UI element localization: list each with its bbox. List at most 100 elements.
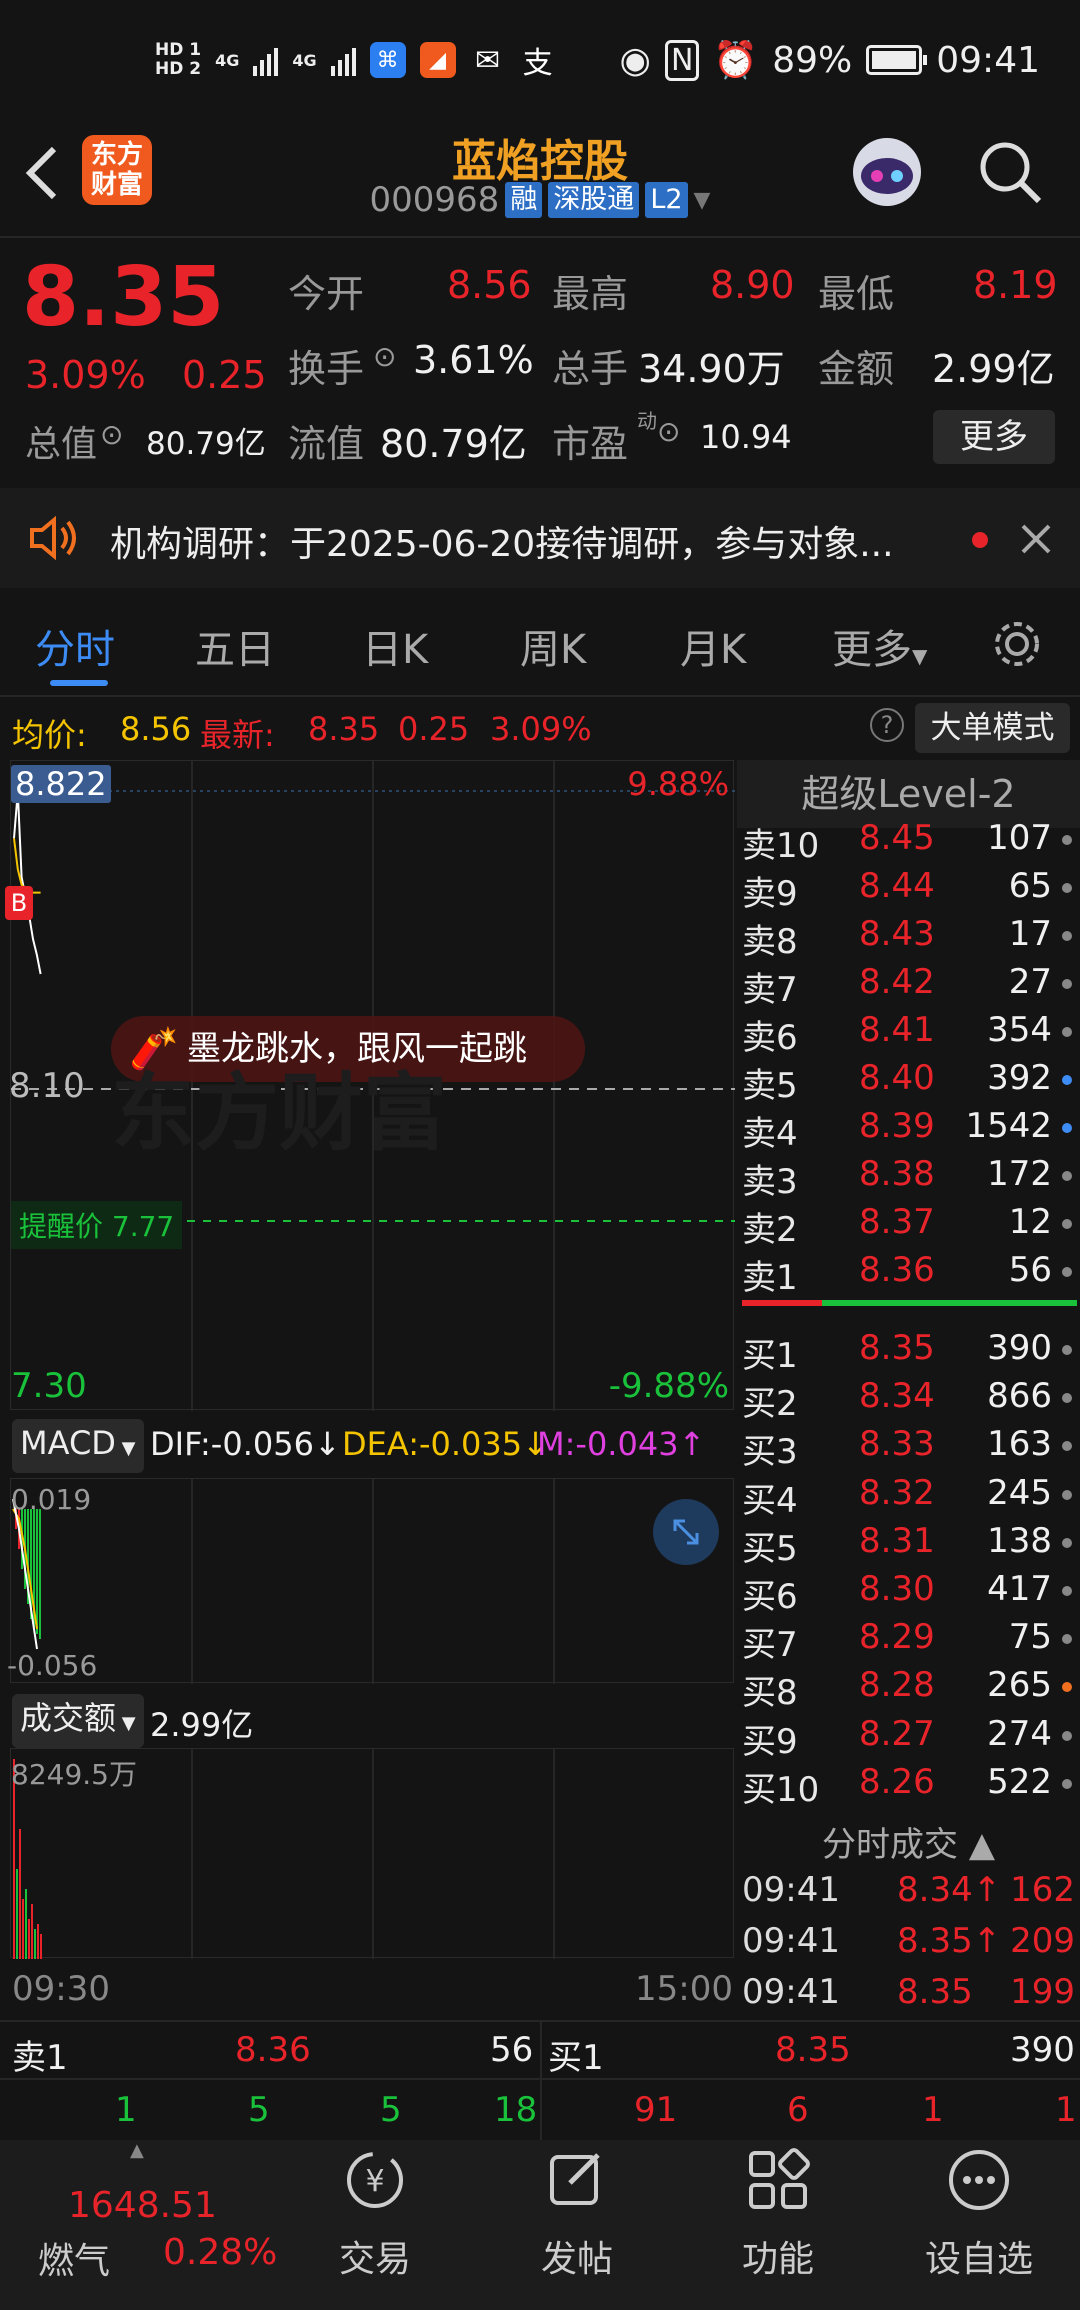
- nav-post[interactable]: 发帖: [502, 2230, 652, 2282]
- bid-row[interactable]: 买3 8.33 163: [737, 1424, 1080, 1472]
- status-dot: [1062, 1345, 1072, 1355]
- ask-row[interactable]: 卖6 8.41 354: [737, 1010, 1080, 1058]
- bid-row[interactable]: 买2 8.34 866: [737, 1376, 1080, 1424]
- expand-icon: [673, 1519, 699, 1545]
- search-icon[interactable]: [975, 137, 1045, 207]
- ask-row[interactable]: 卖9 8.44 65: [737, 866, 1080, 914]
- nav-trade[interactable]: 交易: [300, 2230, 450, 2282]
- status-dot: [1062, 1489, 1072, 1500]
- more-dots-icon[interactable]: [944, 2145, 1014, 2215]
- bid1-label: 买1: [548, 2038, 604, 2078]
- bid-row[interactable]: 买6 8.30 417: [737, 1569, 1080, 1617]
- tab-more[interactable]: 更多▼: [832, 617, 927, 675]
- intraday-chart[interactable]: 8.822 9.88% B 🧨 墨龙跳水，跟风一起跳 8.10 东方财富 提醒价…: [5, 760, 735, 1411]
- alarm-icon: ⏰: [713, 40, 759, 81]
- big-order-mode-button[interactable]: 大单模式: [915, 703, 1070, 753]
- tick-time: 09:41: [742, 1921, 840, 1961]
- macd-bottom-label: -0.056: [7, 1649, 98, 1682]
- ask-row[interactable]: 卖3 8.38 172: [737, 1154, 1080, 1202]
- ask-row[interactable]: 卖5 8.40 392: [737, 1058, 1080, 1106]
- hd2-label: HD 2: [155, 59, 202, 79]
- tab-weekly-k[interactable]: 周K: [520, 617, 586, 675]
- status-dot: [1062, 1778, 1072, 1789]
- grid-function-icon[interactable]: [743, 2145, 813, 2215]
- last-change: 0.25: [398, 710, 470, 748]
- divider: [0, 695, 1080, 697]
- index-pct[interactable]: 0.28%: [163, 2232, 277, 2273]
- top-price-label: 8.822: [11, 765, 111, 803]
- ask-price: 8.43: [859, 914, 935, 954]
- ask-row[interactable]: 卖7 8.42 27: [737, 962, 1080, 1010]
- ask-vol: 27: [1008, 962, 1052, 1002]
- tab-monthly-k[interactable]: 月K: [680, 617, 746, 675]
- status-dot: [1062, 1171, 1072, 1181]
- bid-ask-ratio-bar: [742, 1300, 1077, 1306]
- help-icon[interactable]: ?: [870, 708, 904, 742]
- sell-count: 18: [494, 2090, 538, 2130]
- ticks-header[interactable]: 分时成交 ▲: [737, 1815, 1080, 1875]
- bid-row[interactable]: 买1 8.35 390: [737, 1328, 1080, 1376]
- ask-price: 8.38: [859, 1154, 935, 1194]
- ask-vol: 392: [987, 1058, 1052, 1098]
- index-value[interactable]: 1648.51: [68, 2185, 217, 2226]
- ask-row[interactable]: 卖4 8.39 1542: [737, 1106, 1080, 1154]
- ask-price: 8.37: [859, 1202, 935, 1242]
- speaker-icon: [30, 516, 76, 560]
- settings-gear-icon[interactable]: [990, 617, 1044, 671]
- caret-down-icon: ▼: [115, 1438, 136, 1459]
- bid-row[interactable]: 买7 8.29 75: [737, 1617, 1080, 1665]
- info-icon[interactable]: ⊙: [100, 418, 123, 451]
- macd-chart[interactable]: 0.019 -0.056: [7, 1478, 734, 1684]
- close-icon[interactable]: [1020, 523, 1052, 555]
- nav-add-watchlist[interactable]: 设自选: [904, 2230, 1054, 2282]
- low-pct-label: -9.88%: [608, 1366, 729, 1406]
- margin-tag: 融: [505, 182, 543, 218]
- nav-functions[interactable]: 功能: [703, 2230, 853, 2282]
- tick-price: 8.35↑: [897, 1921, 1002, 1961]
- volume-value: 34.90万: [638, 347, 785, 391]
- watermark: 东方财富: [111, 1064, 448, 1162]
- compose-icon[interactable]: [542, 2145, 612, 2215]
- macd-selector[interactable]: MACD ▼: [12, 1419, 144, 1473]
- caret-up-icon[interactable]: ▲: [130, 2140, 144, 2161]
- bid-row[interactable]: 买8 8.28 265: [737, 1665, 1080, 1713]
- turnover-label: 换手: [288, 347, 365, 391]
- bid-label: 买6: [742, 1577, 798, 1617]
- tab-daily-k[interactable]: 日K: [362, 617, 428, 675]
- caret-down-icon[interactable]: ▼: [694, 188, 711, 213]
- ask-row[interactable]: 卖10 8.45 107: [737, 818, 1080, 866]
- ask-row[interactable]: 卖1 8.36 56: [737, 1250, 1080, 1298]
- tab-intraday[interactable]: 分时: [35, 617, 115, 675]
- ask-vol: 12: [1008, 1202, 1052, 1242]
- app-icon: ◢: [419, 42, 456, 78]
- ask-row[interactable]: 卖2 8.37 12: [737, 1202, 1080, 1250]
- divider: [0, 236, 1080, 238]
- index-name[interactable]: 燃气: [38, 2232, 110, 2284]
- bid-row[interactable]: 买5 8.31 138: [737, 1521, 1080, 1569]
- info-icon[interactable]: ⊙: [373, 340, 396, 373]
- bid-row[interactable]: 买9 8.27 274: [737, 1714, 1080, 1762]
- macd-header: MACD ▼ DIF:-0.056↓ DEA:-0.035↓ M:-0.043↑: [0, 1415, 735, 1475]
- volume-selector[interactable]: 成交额 ▼: [12, 1694, 144, 1748]
- connect-tag: 深股通: [548, 182, 640, 218]
- volume-chart[interactable]: 8249.5万: [10, 1748, 734, 1959]
- robot-assistant-icon[interactable]: [845, 130, 930, 215]
- buy-marker[interactable]: B: [5, 886, 33, 920]
- bid-row[interactable]: 买4 8.32 245: [737, 1473, 1080, 1521]
- trade-yen-icon[interactable]: ¥: [340, 2145, 410, 2215]
- expand-button[interactable]: [653, 1499, 719, 1565]
- more-button[interactable]: 更多: [933, 410, 1055, 464]
- tab-five-day[interactable]: 五日: [195, 617, 275, 675]
- bid-row[interactable]: 买10 8.26 522: [737, 1762, 1080, 1810]
- bid-vol: 390: [987, 1328, 1052, 1368]
- level2-orderbook[interactable]: 超级Level-2 卖10 8.45 107 卖9 8.44 65 卖8 8.4…: [737, 760, 1080, 2015]
- ask-label: 卖9: [742, 874, 798, 914]
- ask-row[interactable]: 卖8 8.43 17: [737, 914, 1080, 962]
- high-value: 8.90: [710, 263, 795, 307]
- buy-count: 91: [634, 2090, 678, 2130]
- volume-bar: [31, 1904, 33, 1959]
- hd-indicator: HD 1 HD 2: [155, 41, 201, 79]
- notice-bar[interactable]: 机构调研：于2025-06-20接待调研，参与对象...: [0, 488, 1080, 588]
- info-icon[interactable]: ⊙: [657, 415, 680, 448]
- ask-label: 卖10: [742, 826, 820, 866]
